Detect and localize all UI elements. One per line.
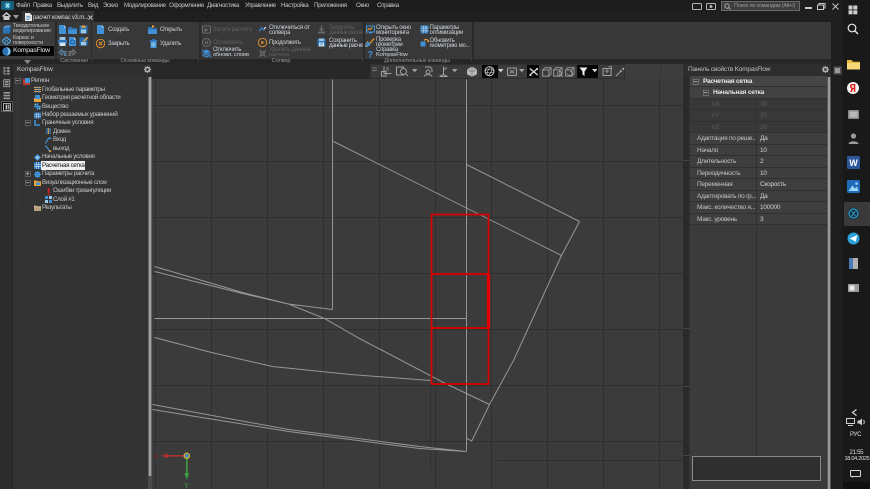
svg-text:X: X — [154, 454, 159, 461]
svg-text:Y: Y — [184, 483, 189, 489]
svg-text:?: ? — [368, 50, 374, 59]
svg-text:W: W — [849, 158, 858, 168]
